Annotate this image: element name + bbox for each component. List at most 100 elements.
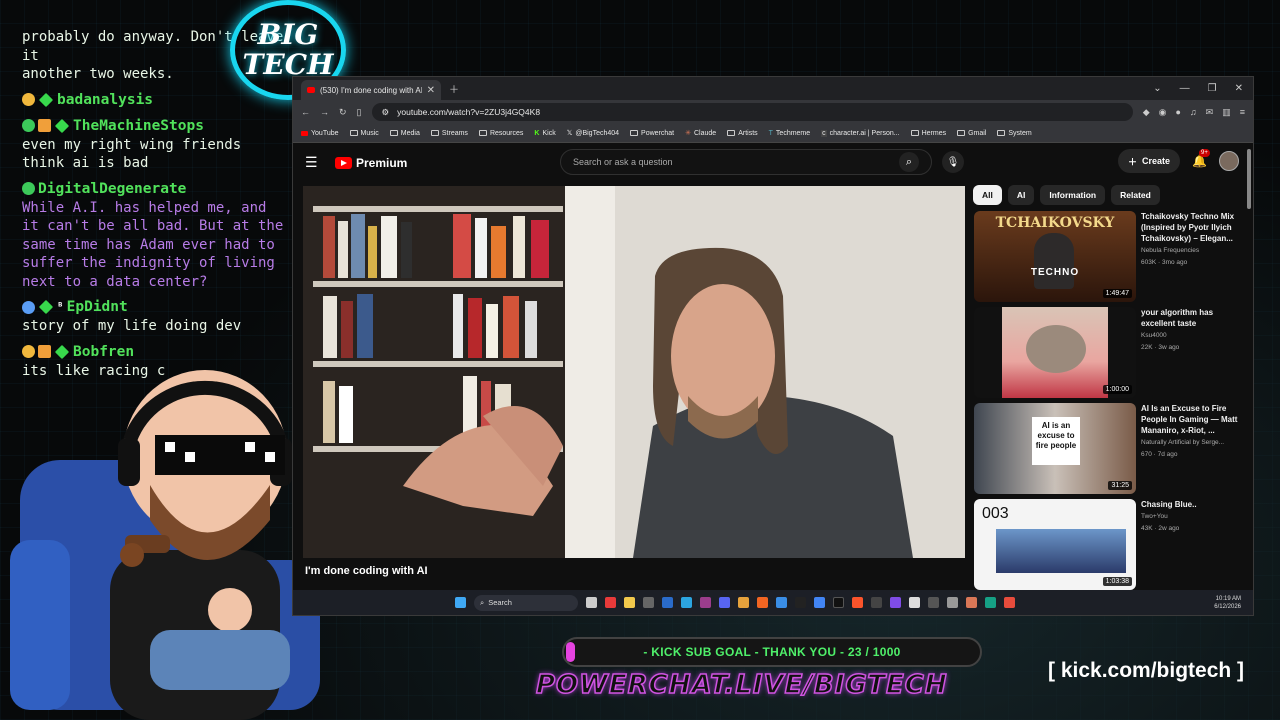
video-thumbnail[interactable]: 1:00:00 [974, 307, 1136, 398]
bookmark-folder[interactable]: Hermes [910, 130, 946, 137]
bookmark-youtube[interactable]: YouTube [301, 130, 339, 137]
app-icon[interactable] [871, 597, 882, 608]
brave-icon[interactable] [852, 597, 863, 608]
video-thumbnail[interactable]: TCHAIKOVSKY TECHNO 1:49:47 [974, 211, 1136, 302]
browser-tab[interactable]: (530) I'm done coding with AI - Y ✕ [301, 80, 441, 100]
bookmark-folder[interactable]: Powerchat [630, 130, 674, 137]
hamburger-menu-icon[interactable]: ☰ [305, 154, 327, 171]
back-icon[interactable]: ← [301, 107, 310, 117]
bookmark-folder[interactable]: Resources [478, 130, 523, 137]
extension-icon[interactable]: ◆ [1143, 107, 1150, 118]
site-info-icon[interactable]: ⚙ [382, 107, 390, 118]
reload-icon[interactable]: ↻ [339, 107, 347, 118]
chrome-icon[interactable] [814, 597, 825, 608]
close-window-icon[interactable]: ✕ [1235, 83, 1243, 94]
file-explorer-icon[interactable] [624, 597, 635, 608]
related-video[interactable]: AI is an excuse to fire people 31:25 AI … [974, 403, 1242, 499]
create-button[interactable]: ＋ Create [1118, 149, 1181, 173]
youtube-page: ☰ Premium Search or ask a question ⌕ 🎙 ＋… [293, 144, 1253, 590]
bookmark-folder[interactable]: Streams [430, 130, 468, 137]
extension-icon[interactable]: ● [1175, 107, 1180, 118]
app-icon[interactable] [1004, 597, 1015, 608]
youtube-logo[interactable]: Premium [335, 156, 407, 170]
microphone-icon[interactable]: 🎙 [942, 151, 964, 173]
bookmark-kick[interactable]: K Kick [534, 130, 555, 137]
search-icon[interactable]: ⌕ [899, 152, 919, 172]
folder-icon [630, 130, 639, 136]
minimize-icon[interactable]: — [1180, 83, 1190, 94]
related-video[interactable]: 003 1:03:38 Chasing Blue.. Two+You 43K ·… [974, 499, 1242, 595]
related-video-channel[interactable]: Nebula Frequencies [1141, 246, 1242, 256]
related-video-channel[interactable]: Ksu4000 [1141, 331, 1242, 341]
windows-start-icon[interactable] [455, 597, 466, 608]
claude-icon[interactable] [966, 597, 977, 608]
extension-icon[interactable]: ✉ [1206, 107, 1214, 118]
related-video-title[interactable]: Chasing Blue.. [1141, 499, 1197, 510]
chip-related[interactable]: Related [1111, 185, 1160, 205]
sidebar-icon[interactable]: ▥ [1222, 107, 1231, 118]
new-tab-button[interactable]: ＋ [449, 81, 459, 96]
avatar[interactable] [1219, 151, 1239, 171]
task-view-icon[interactable] [586, 597, 597, 608]
video-thumbnail[interactable]: 003 1:03:38 [974, 499, 1136, 590]
menu-icon[interactable]: ≡ [1240, 107, 1245, 118]
bookmark-icon[interactable]: ▯ [357, 107, 362, 118]
app-icon[interactable] [605, 597, 616, 608]
related-video[interactable]: 1:00:00 your algorithm has excellent tas… [974, 307, 1242, 403]
url-text: youtube.com/watch?v=2ZU3j4GQ4K8 [397, 107, 541, 117]
browser-window: (530) I'm done coding with AI - Y ✕ ＋ ⌄ … [292, 76, 1254, 616]
bookmark-folder[interactable]: Artists [727, 130, 758, 137]
chip-all[interactable]: All [973, 185, 1002, 205]
bookmark-character-ai[interactable]: c character.ai | Person... [821, 129, 900, 137]
taskbar-search[interactable]: ⌕ Search [474, 594, 578, 611]
related-video-channel[interactable]: Naturally Artificial by Serge... [1141, 438, 1242, 448]
bookmark-claude[interactable]: ✳ Claude [685, 129, 716, 138]
url-input[interactable]: ⚙ youtube.com/watch?v=2ZU3j4GQ4K8 [371, 103, 1133, 121]
app-icon[interactable] [776, 597, 787, 608]
tab-search-icon[interactable]: ⌄ [1153, 83, 1161, 94]
bookmark-folder[interactable]: System [997, 130, 1032, 137]
settings-icon[interactable] [909, 597, 920, 608]
bookmark-folder[interactable]: Gmail [957, 130, 986, 137]
video-thumbnail[interactable]: AI is an excuse to fire people 31:25 [974, 403, 1136, 494]
app-icon[interactable] [928, 597, 939, 608]
app-icon[interactable] [985, 597, 996, 608]
related-video-channel[interactable]: Two+You [1141, 512, 1197, 522]
folder-icon [430, 130, 439, 136]
app-icon[interactable] [738, 597, 749, 608]
video-player[interactable] [303, 186, 965, 558]
bookmark-folder[interactable]: Media [389, 130, 420, 137]
chat-message-text: story of my life doing dev [22, 318, 242, 334]
discord-icon[interactable] [719, 597, 730, 608]
chip-ai[interactable]: AI [1007, 185, 1035, 205]
notifications-bell-icon[interactable]: 🔔 9+ [1192, 149, 1210, 168]
related-video-title[interactable]: your algorithm has excellent taste [1141, 307, 1242, 329]
steam-icon[interactable] [662, 597, 673, 608]
related-video-title[interactable]: AI Is an Excuse to Fire People In Gaming… [1141, 403, 1242, 436]
taskbar-clock[interactable]: 10:19 AM 6/12/2026 [1214, 595, 1241, 611]
chip-information[interactable]: Information [1040, 185, 1106, 205]
related-video-title[interactable]: Tchaikovsky Techno Mix (Inspired by Pyot… [1141, 211, 1242, 244]
chat-message-text: While A.I. has helped me, and it can't b… [22, 199, 284, 290]
telegram-icon[interactable] [681, 597, 692, 608]
x-icon[interactable] [833, 597, 844, 608]
app-icon[interactable] [700, 597, 711, 608]
app-icon[interactable] [947, 597, 958, 608]
bookmark-folder[interactable]: Music [349, 130, 379, 137]
page-scrollbar[interactable] [1247, 149, 1251, 209]
restore-icon[interactable]: ❐ [1208, 83, 1217, 94]
chat-message: TheMachineStops even my right wing frien… [22, 116, 294, 173]
bookmark-x[interactable]: 𝕏 @BigTech404 [567, 129, 619, 138]
forward-icon[interactable]: → [320, 107, 329, 117]
app-icon[interactable] [643, 597, 654, 608]
related-video[interactable]: TCHAIKOVSKY TECHNO 1:49:47 Tchaikovsky T… [974, 211, 1242, 307]
chat-username: badanalysis [57, 91, 154, 108]
bookmark-techmeme[interactable]: T Techmeme [769, 130, 811, 137]
app-icon[interactable] [757, 597, 768, 608]
search-input[interactable]: Search or ask a question ⌕ [560, 149, 932, 175]
app-icon[interactable] [890, 597, 901, 608]
close-tab-icon[interactable]: ✕ [427, 85, 435, 96]
extension-icon[interactable]: ♫ [1190, 107, 1197, 118]
app-icon[interactable] [795, 597, 806, 608]
extension-icon[interactable]: ◉ [1159, 107, 1167, 118]
